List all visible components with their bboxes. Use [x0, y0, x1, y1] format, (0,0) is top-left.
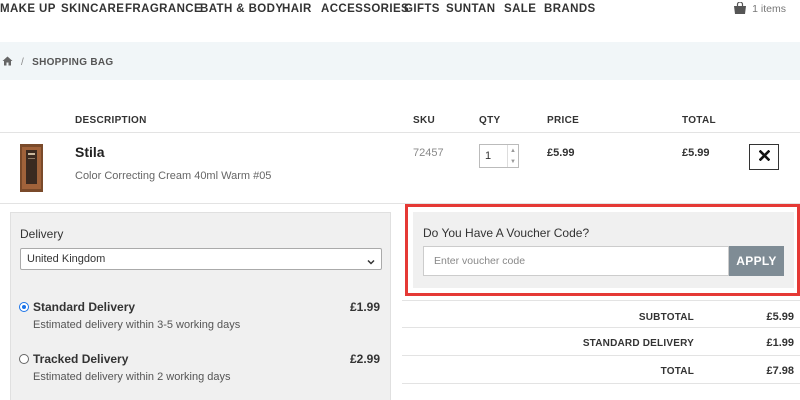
nav-item-skincare[interactable]: SKINCARE [61, 3, 124, 15]
voucher-panel: Do You Have A Voucher Code? APPLY [413, 212, 794, 288]
quantity-stepper[interactable]: 1 ▲ ▼ [479, 144, 519, 168]
product-description: Color Correcting Cream 40ml Warm #05 [75, 170, 272, 182]
delivery-panel: Delivery United Kingdom Standard Deliver… [10, 212, 391, 400]
delivery-cost-label: STANDARD DELIVERY [582, 338, 694, 349]
standard-delivery-price: £1.99 [349, 300, 380, 314]
quantity-spinner[interactable]: ▲ ▼ [507, 145, 518, 167]
tracked-delivery-radio[interactable] [19, 354, 29, 364]
header-description: DESCRIPTION [75, 115, 147, 126]
product-thumbnail[interactable] [20, 144, 43, 192]
shopping-bag-icon [733, 2, 747, 15]
voucher-title: Do You Have A Voucher Code? [423, 226, 590, 240]
voucher-input[interactable] [424, 247, 728, 275]
breadcrumb-bar: / SHOPPING BAG [0, 42, 800, 80]
product-price: £5.99 [547, 147, 575, 159]
order-total-label: TOTAL [660, 366, 694, 377]
header-price: PRICE [547, 115, 580, 126]
summary-divider-1 [402, 327, 800, 328]
summary-divider-top [402, 300, 800, 301]
bag-count: 1 items [752, 2, 786, 15]
delivery-label: Delivery [20, 227, 64, 241]
increment-icon[interactable]: ▲ [508, 145, 518, 156]
delivery-country-select[interactable]: United Kingdom [20, 248, 382, 270]
nav-item-brands[interactable]: BRANDS [544, 3, 596, 15]
quantity-value[interactable]: 1 [485, 150, 491, 162]
header-qty: QTY [479, 115, 501, 126]
nav-item-gifts[interactable]: GIFTS [404, 3, 440, 15]
decrement-icon[interactable]: ▼ [508, 156, 518, 167]
breadcrumb-separator: / [21, 57, 25, 68]
nav-item-hair[interactable]: HAIR [282, 3, 312, 15]
summary-divider-3 [402, 383, 800, 384]
header-total: TOTAL [682, 115, 716, 126]
remove-item-button[interactable] [749, 144, 779, 170]
nav-item-bath-body[interactable]: BATH & BODY [200, 3, 283, 15]
standard-delivery-desc: Estimated delivery within 3-5 working da… [33, 319, 241, 331]
product-total: £5.99 [682, 147, 710, 159]
close-icon [758, 148, 770, 166]
tracked-delivery-desc: Estimated delivery within 2 working days [33, 371, 231, 383]
top-navigation: MAKE UP SKINCARE FRAGRANCE BATH & BODY H… [0, 0, 800, 22]
home-icon[interactable] [2, 56, 13, 69]
nav-item-fragrance[interactable]: FRAGRANCE [125, 3, 202, 15]
product-sku: 72457 [413, 147, 444, 159]
order-total-value: £7.98 [766, 365, 794, 377]
breadcrumb: / SHOPPING BAG [2, 56, 113, 69]
nav-item-make-up[interactable]: MAKE UP [0, 3, 56, 15]
nav-item-sale[interactable]: SALE [504, 3, 536, 15]
summary-divider-2 [402, 355, 800, 356]
subtotal-label: SUBTOTAL [638, 312, 694, 323]
standard-delivery-title: Standard Delivery [33, 300, 136, 314]
tracked-delivery-price: £2.99 [349, 352, 380, 366]
header-divider [0, 132, 800, 133]
header-sku: SKU [413, 115, 436, 126]
shopping-bag-link[interactable]: 1 items [733, 2, 786, 15]
nav-item-suntan[interactable]: SUNTAN [446, 3, 495, 15]
subtotal-value: £5.99 [766, 311, 794, 323]
chevron-down-icon [366, 254, 376, 272]
tracked-delivery-title: Tracked Delivery [33, 352, 129, 366]
standard-delivery-radio[interactable] [19, 302, 29, 312]
product-name[interactable]: Stila [75, 144, 105, 160]
apply-voucher-button[interactable]: APPLY [729, 246, 784, 276]
delivery-cost-value: £1.99 [766, 337, 794, 349]
voucher-input-wrapper [423, 246, 729, 276]
nav-item-accessories[interactable]: ACCESSORIES [321, 3, 409, 15]
delivery-country-value: United Kingdom [27, 253, 106, 265]
breadcrumb-current: SHOPPING BAG [32, 57, 114, 68]
